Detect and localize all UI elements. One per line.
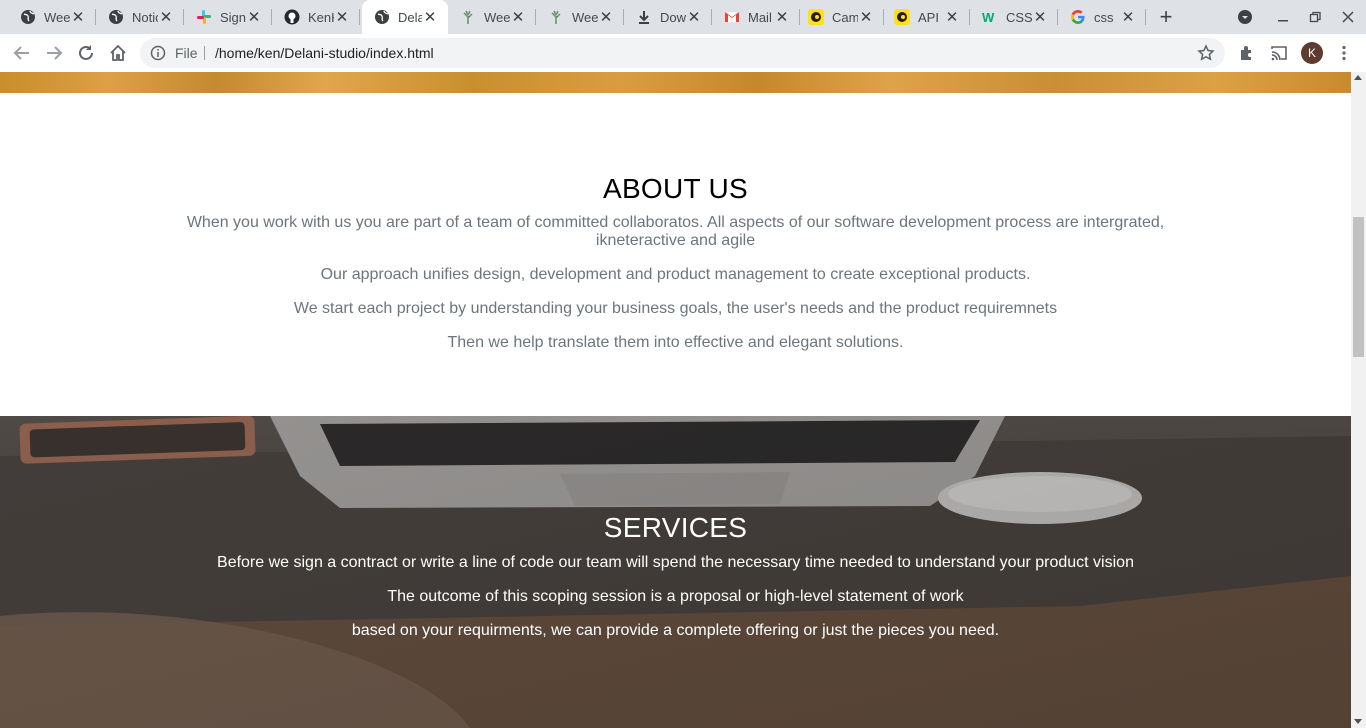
tab-week-2[interactable]: Week ✕	[448, 0, 536, 34]
tab-title: css	[1094, 9, 1114, 25]
services-line-1: Before we sign a contract or write a lin…	[217, 554, 1134, 571]
globe-icon	[108, 9, 124, 25]
about-line-2: Our approach unifies design, development…	[320, 266, 1031, 283]
profile-avatar[interactable]: K	[1301, 42, 1323, 64]
about-section: ABOUT US When you work with us you are p…	[0, 93, 1351, 416]
close-tab-icon[interactable]: ✕	[246, 9, 262, 26]
tab-github[interactable]: KenKaranja ✕	[272, 0, 360, 34]
mailchimp-icon	[894, 9, 910, 25]
tab-notion[interactable]: Notion ✕	[96, 0, 184, 34]
services-line-3: based on your requirments, we can provid…	[351, 622, 1000, 639]
globe-icon	[20, 9, 36, 25]
menu-kebab-icon[interactable]	[1334, 43, 1354, 63]
tab-download[interactable]: Download ✕	[624, 0, 712, 34]
tab-week-3[interactable]: Week ✕	[536, 0, 624, 34]
close-tab-icon[interactable]: ✕	[774, 9, 790, 26]
tab-css-google[interactable]: css ✕	[1058, 0, 1146, 34]
tab-title: Week	[484, 9, 510, 25]
close-tab-icon[interactable]: ✕	[598, 9, 614, 26]
google-icon	[1070, 9, 1086, 25]
close-window-icon[interactable]	[1340, 9, 1356, 25]
scrollbar-thumb[interactable]	[1353, 217, 1364, 357]
w3schools-icon: W	[982, 9, 998, 25]
cast-icon[interactable]	[1269, 43, 1289, 63]
services-line-2: The outcome of this scoping session is a…	[387, 588, 964, 605]
about-heading: ABOUT US	[602, 173, 749, 204]
github-icon	[284, 9, 300, 25]
gmail-icon	[724, 9, 740, 25]
services-section: SERVICES Before we sign a contract or wr…	[0, 416, 1351, 728]
bookmark-star-icon[interactable]	[1197, 44, 1215, 62]
about-line-1: When you work with us you are part of a …	[186, 214, 1165, 249]
tab-css-w3[interactable]: W CSS ✕	[970, 0, 1058, 34]
about-line-3: We start each project by understanding y…	[293, 300, 1058, 317]
close-tab-icon[interactable]: ✕	[422, 9, 438, 26]
tab-separator	[359, 9, 360, 25]
tab-separator	[1145, 9, 1146, 25]
reload-icon[interactable]	[74, 41, 98, 65]
browser-toolbar: File /home/ken/Delani-studio/index.html …	[0, 34, 1366, 73]
restore-icon[interactable]	[1307, 9, 1323, 25]
tab-title: CSS	[1006, 9, 1032, 25]
minimize-icon[interactable]	[1275, 9, 1291, 25]
tab-title: Download	[660, 9, 686, 25]
extensions-puzzle-icon[interactable]	[1237, 43, 1257, 63]
tab-title: API	[918, 9, 939, 25]
info-icon[interactable]	[150, 45, 166, 61]
tab-sign[interactable]: Sign ✕	[184, 0, 272, 34]
scroll-down-arrow-icon[interactable]	[1354, 719, 1362, 724]
close-tab-icon[interactable]: ✕	[944, 9, 960, 26]
mailchimp-icon	[808, 9, 824, 25]
tab-title: Sign	[220, 9, 246, 25]
scheme-label: File	[175, 45, 198, 61]
close-tab-icon[interactable]: ✕	[334, 9, 350, 26]
services-heading: SERVICES	[603, 512, 748, 543]
svg-text:W: W	[982, 10, 995, 25]
tab-campaign[interactable]: Campaign ✕	[796, 0, 884, 34]
laptop-desk-background-image	[0, 416, 1351, 728]
page-viewport: ABOUT US When you work with us you are p…	[0, 72, 1351, 728]
slack-icon	[196, 9, 212, 25]
tab-week-1[interactable]: Week ✕	[8, 0, 96, 34]
close-tab-icon[interactable]: ✕	[1120, 9, 1136, 26]
address-bar[interactable]: File /home/ken/Delani-studio/index.html	[140, 38, 1225, 68]
new-tab-button[interactable]: +	[1156, 6, 1176, 28]
download-icon	[636, 9, 652, 25]
close-tab-icon[interactable]: ✕	[1032, 9, 1048, 26]
tab-title: Week	[44, 9, 70, 25]
tab-title: KenKaranja	[308, 9, 334, 25]
close-tab-icon[interactable]: ✕	[70, 9, 86, 26]
tab-search-icon[interactable]	[1237, 9, 1253, 25]
omnibox-divider	[204, 46, 205, 60]
forward-arrow-icon[interactable]	[42, 41, 66, 65]
tab-title: Campaign	[832, 9, 858, 25]
close-tab-icon[interactable]: ✕	[858, 9, 874, 26]
about-line-4: Then we help translate them into effecti…	[447, 334, 904, 351]
tab-strip: Week ✕ Notion ✕ Sign ✕ KenKaranja ✕ Dela…	[0, 0, 1366, 34]
scroll-up-arrow-icon[interactable]	[1354, 75, 1362, 80]
back-arrow-icon[interactable]	[10, 41, 34, 65]
header-banner-bottom	[0, 72, 1351, 93]
tab-mail[interactable]: Mail ✕	[712, 0, 800, 34]
tab-title: Week	[572, 9, 598, 25]
url-text[interactable]: /home/ken/Delani-studio/index.html	[215, 45, 434, 61]
tree-icon	[548, 9, 564, 25]
vertical-scrollbar[interactable]	[1351, 72, 1366, 728]
tab-api[interactable]: API ✕	[882, 0, 970, 34]
close-tab-icon[interactable]: ✕	[158, 9, 174, 26]
tree-icon	[460, 9, 476, 25]
close-tab-icon[interactable]: ✕	[686, 9, 702, 26]
tab-title: Notion	[132, 9, 158, 25]
tab-delani-active[interactable]: Delani ✕	[362, 0, 448, 34]
tab-title: Delani	[398, 9, 422, 25]
home-icon[interactable]	[106, 41, 130, 65]
tab-title: Mail	[748, 9, 772, 25]
close-tab-icon[interactable]: ✕	[510, 9, 526, 26]
globe-icon	[374, 9, 390, 25]
